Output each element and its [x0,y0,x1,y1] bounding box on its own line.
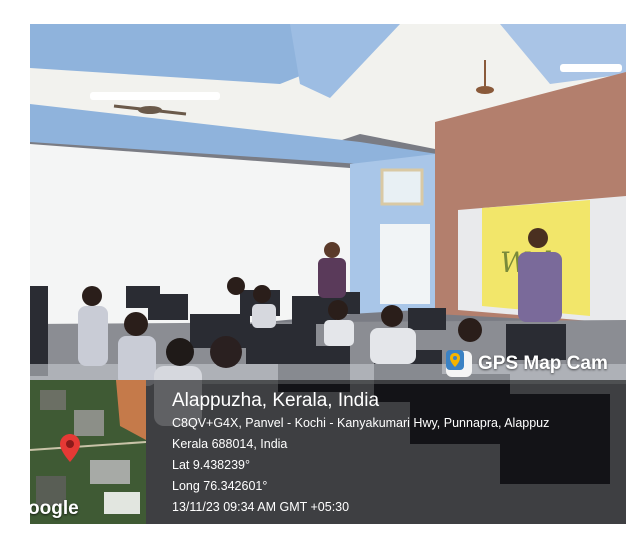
map-pin-app-icon [446,350,472,377]
map-attribution: oogle [30,498,79,519]
address-line-1: C8QV+G4X, Panvel - Kochi - Kanyakumari H… [172,416,550,430]
latitude: Lat 9.438239° [172,458,250,472]
window-curtain [380,224,430,304]
location-title: Alappuzha, Kerala, India [172,390,380,411]
photo-frame: Wel [0,0,642,540]
app-name: GPS Map Cam [478,353,608,374]
location-details: Alappuzha, Kerala, India C8QV+G4X, Panve… [172,389,626,518]
timestamp: 13/11/23 09:34 AM GMT +05:30 [172,500,350,514]
map-marker-icon [60,434,80,462]
classroom-photo: Wel [30,24,626,524]
tube-light [90,92,220,100]
tube-light [560,64,622,72]
longitude: Long 76.342601° [172,479,268,493]
gps-app-badge: GPS Map Cam [446,350,608,378]
address-line-2: Kerala 688014, India [172,437,288,451]
window [380,168,424,206]
